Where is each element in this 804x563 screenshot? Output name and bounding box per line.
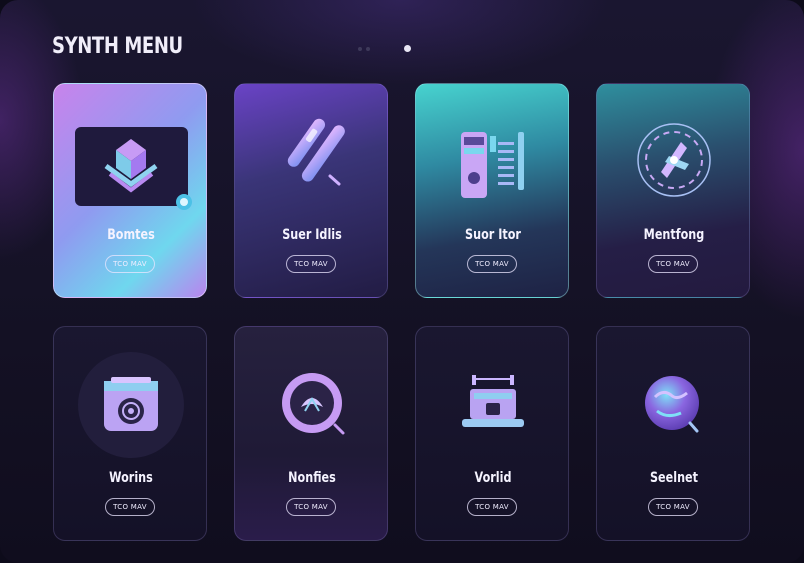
card-label: Mentfong xyxy=(643,227,705,243)
equalizer-device-icon xyxy=(416,84,568,224)
card-label: Suor Itor xyxy=(465,227,521,243)
globe-orb-icon xyxy=(597,327,749,467)
badge-emblem-icon xyxy=(235,327,387,467)
menu-card-5[interactable]: Worins TCO MAV xyxy=(53,326,207,541)
card-label: Seelnet xyxy=(649,470,699,486)
menu-screen: SYNTH MENU Bomtes TCO MAV Suer Idlis TCO… xyxy=(0,0,804,563)
menu-card-7[interactable]: Vorlid TCO MAV xyxy=(415,326,569,541)
cube-display-icon xyxy=(54,84,206,224)
card-button[interactable]: TCO MAV xyxy=(105,255,155,273)
page-title: SYNTH MENU xyxy=(52,34,183,59)
page-dot-2[interactable] xyxy=(366,47,370,51)
console-device-icon xyxy=(416,327,568,467)
card-button[interactable]: TCO MAV xyxy=(105,498,155,516)
menu-card-6[interactable]: Nonfies TCO MAV xyxy=(234,326,388,541)
film-camera-icon xyxy=(54,327,206,467)
menu-card-8[interactable]: Seelnet TCO MAV xyxy=(596,326,750,541)
page-dot-1[interactable] xyxy=(358,47,362,51)
slider-bars-icon xyxy=(235,84,387,224)
card-button[interactable]: TCO MAV xyxy=(286,255,336,273)
menu-card-2[interactable]: Suer Idlis TCO MAV xyxy=(234,83,388,298)
card-button[interactable]: TCO MAV xyxy=(467,255,517,273)
card-label: Worins xyxy=(109,470,153,486)
menu-card-4[interactable]: Mentfong TCO MAV xyxy=(596,83,750,298)
card-label: Suer Idlis xyxy=(282,227,342,243)
card-label: Nonfies xyxy=(288,470,336,486)
dial-knob-icon xyxy=(597,84,749,224)
card-button[interactable]: TCO MAV xyxy=(286,498,336,516)
card-button[interactable]: TCO MAV xyxy=(648,498,698,516)
card-label: Vorlid xyxy=(474,470,512,486)
card-button[interactable]: TCO MAV xyxy=(648,255,698,273)
menu-card-3[interactable]: Suor Itor TCO MAV xyxy=(415,83,569,298)
page-dot-3-active[interactable] xyxy=(404,45,411,52)
menu-card-1[interactable]: Bomtes TCO MAV xyxy=(53,83,207,298)
card-label: Bomtes xyxy=(107,227,155,243)
card-button[interactable]: TCO MAV xyxy=(467,498,517,516)
